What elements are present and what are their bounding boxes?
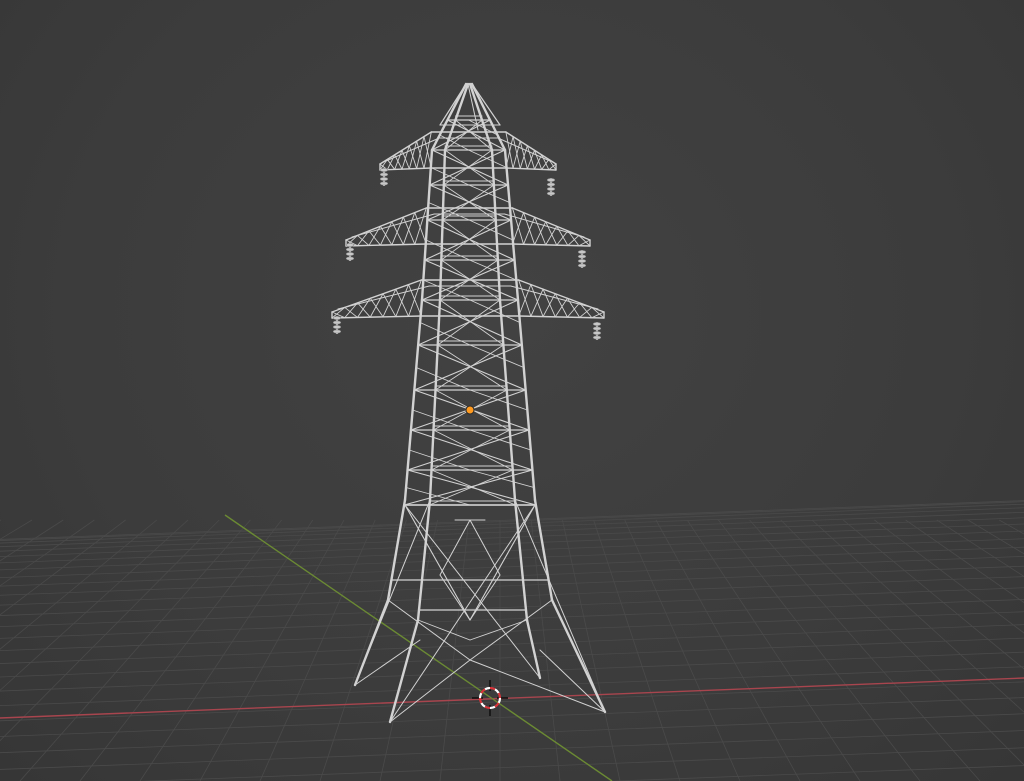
- wire-edge: [412, 409, 471, 431]
- insulator-icon: [592, 322, 602, 340]
- wire-edge: [437, 344, 508, 391]
- grid-line: [0, 713, 1024, 754]
- wire-edge: [439, 299, 504, 346]
- grid-line: [0, 611, 1024, 652]
- grid-line: [0, 500, 1024, 540]
- insulator-icon: [379, 168, 389, 186]
- wire-edge: [439, 134, 469, 151]
- floor-grid: [0, 500, 1024, 781]
- grid-line: [0, 599, 1024, 639]
- wire-edge: [386, 498, 407, 602]
- wire-edge: [514, 499, 606, 713]
- grid-line: [199, 519, 345, 781]
- wire-edge: [419, 322, 471, 346]
- grid-line: [0, 587, 1024, 628]
- wire-edge: [440, 219, 497, 261]
- 3d-cursor-icon[interactable]: [472, 680, 508, 716]
- pylon-wireframe[interactable]: [331, 82, 607, 724]
- wire-edge: [354, 499, 431, 686]
- wire-edge: [469, 389, 528, 411]
- 3d-viewport[interactable]: [0, 0, 1024, 781]
- wire-edge: [431, 469, 516, 506]
- insulators: [332, 168, 602, 340]
- wire-edge: [410, 429, 534, 471]
- wire-edge: [469, 619, 528, 641]
- wire-edge: [425, 239, 471, 261]
- grid-line: [811, 519, 1024, 713]
- wire-edge: [415, 367, 471, 391]
- wire-edge: [437, 299, 501, 346]
- grid-line: [0, 555, 1024, 596]
- insulator-icon: [345, 243, 355, 261]
- wire-edge: [513, 498, 529, 622]
- grid-line: [905, 519, 1024, 604]
- wire-edge: [433, 429, 514, 471]
- wire-edge: [389, 659, 471, 723]
- insulator-icon: [546, 178, 556, 196]
- wire-edge: [510, 285, 599, 310]
- wire-edge: [351, 213, 435, 238]
- wire-edge: [420, 148, 434, 302]
- grid-line: [967, 519, 1024, 555]
- wire-edge: [490, 148, 502, 302]
- grid-line: [780, 519, 1024, 766]
- y-axis-line: [224, 514, 613, 781]
- wire-edge: [435, 344, 504, 391]
- grid-line: [0, 523, 1024, 564]
- grid-line: [19, 519, 251, 781]
- grid-line: [606, 765, 1024, 781]
- wire-edge: [431, 429, 511, 471]
- wire-edge: [416, 498, 432, 622]
- wire-edge: [442, 219, 499, 261]
- wire-edge: [417, 619, 471, 641]
- insulator-icon: [332, 316, 342, 334]
- grid-line: [0, 519, 158, 650]
- grid-line: [593, 519, 681, 781]
- grid-line: [139, 747, 1024, 781]
- wire-edge: [469, 344, 525, 368]
- wire-edge: [389, 504, 536, 723]
- grid-line: [0, 501, 1024, 541]
- grid-line: [0, 681, 1024, 722]
- wire-edge: [539, 649, 606, 713]
- insulator-icon: [577, 250, 587, 268]
- grid-line: [562, 519, 621, 781]
- grid-line: [0, 730, 1024, 770]
- wire-edge: [429, 469, 514, 506]
- wire-edge: [422, 279, 471, 301]
- grid-line: [999, 519, 1024, 535]
- wire-edge: [443, 184, 497, 221]
- object-origin-dot[interactable]: [465, 405, 475, 415]
- wire-edge: [442, 184, 495, 221]
- grid-line: [0, 507, 1024, 548]
- viewport-scene[interactable]: [0, 0, 1024, 781]
- grid-line: [439, 519, 470, 781]
